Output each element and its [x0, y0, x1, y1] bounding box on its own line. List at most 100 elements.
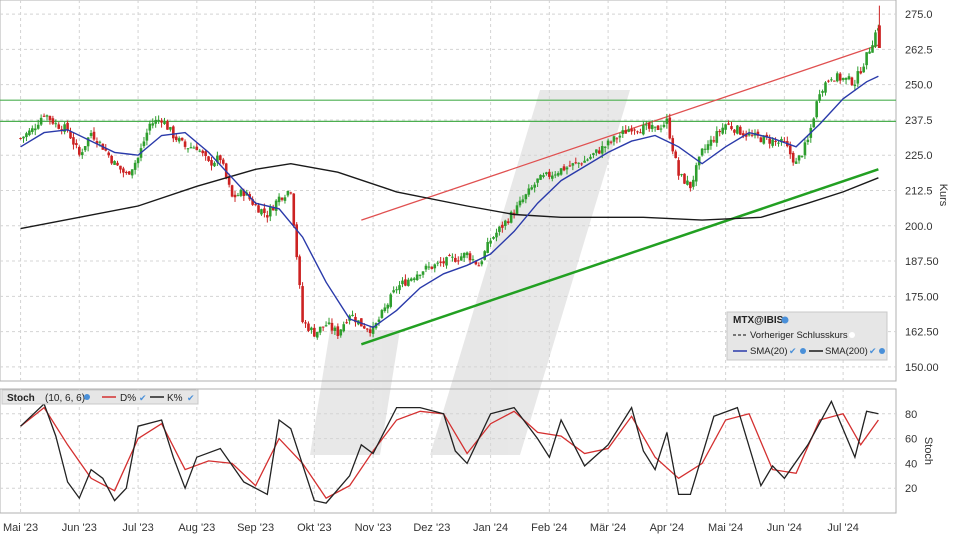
x-axis-label: Jun '24 [767, 522, 802, 534]
price-bar [483, 251, 487, 260]
price-bar [568, 165, 572, 167]
price-bar [533, 184, 536, 188]
price-bar [592, 153, 595, 155]
price-bar [98, 141, 102, 143]
stoch-settings-icon[interactable] [84, 394, 90, 400]
price-bar [169, 127, 172, 130]
price-y-tick-label: 237.5 [905, 115, 933, 127]
price-bar [221, 159, 225, 164]
price-bar [550, 175, 554, 179]
price-bar [571, 163, 575, 166]
price-bar [110, 155, 113, 164]
price-bar [718, 130, 722, 133]
price-bar [600, 146, 604, 154]
x-axis-labels: Mai '23 Jun '23 Jul '23 Aug '23 Sep '23 Okt '… [3, 522, 859, 534]
moving-averages [20, 75, 879, 329]
price-bar [260, 209, 263, 215]
price-bar [653, 126, 657, 128]
price-bar [689, 181, 692, 189]
price-bar [800, 155, 804, 157]
price-bar [127, 171, 131, 175]
price-bar [163, 121, 166, 125]
price-bar [556, 173, 560, 176]
chart: 275.0 262.5 250.0 237.5 225.0 212.5 200.0 187.5… [0, 0, 949, 534]
legend-symbol-settings-icon[interactable] [781, 316, 789, 324]
stoch-y-ticks: 80 60 40 20 [905, 409, 917, 495]
price-bar [201, 150, 205, 154]
price-bar [392, 290, 395, 293]
price-bar [536, 178, 539, 183]
price-bar [545, 172, 548, 175]
price-bar [122, 168, 125, 173]
stoch-d-check-icon[interactable]: ✔ [139, 393, 147, 403]
price-bar [280, 197, 284, 200]
price-bar [239, 189, 243, 196]
price-bar [527, 188, 531, 195]
price-bar [515, 205, 519, 214]
stoch-k-check-icon[interactable]: ✔ [187, 393, 195, 403]
price-bar [36, 124, 40, 129]
price-bar [856, 71, 860, 84]
price-bar [733, 129, 736, 133]
price-bar [189, 147, 193, 149]
price-y-axis-label: Kurs [937, 184, 949, 207]
horizontal-lines [0, 99, 896, 122]
price-bar [268, 207, 272, 217]
price-bar [157, 119, 160, 121]
price-bar [113, 161, 116, 165]
price-bar [430, 266, 434, 269]
price-bar [589, 156, 592, 159]
price-bar [847, 76, 851, 80]
price-bar [530, 187, 534, 190]
price-bar [274, 200, 278, 211]
price-bar [794, 161, 798, 164]
price-bar [624, 130, 628, 134]
legend-sma200-check-icon[interactable]: ✔ [869, 346, 877, 356]
price-bar [739, 126, 742, 135]
price-bar [495, 232, 498, 238]
price-y-tick-label: 175.00 [905, 291, 939, 303]
legend-sma200-settings-icon[interactable] [879, 348, 885, 354]
price-bar [459, 256, 463, 261]
legend-symbol: MTX@IBIS [733, 315, 784, 326]
price-bar [313, 327, 316, 337]
price-bar [389, 294, 393, 307]
price-bar [486, 241, 489, 253]
price-bar [383, 307, 387, 311]
price-bar [292, 193, 296, 226]
x-axis-label: Jun '23 [62, 522, 97, 534]
price-bar [365, 328, 369, 330]
price-bar [33, 128, 37, 131]
price-bar [680, 174, 683, 176]
price-bar [436, 262, 440, 264]
price-bar [618, 135, 622, 138]
x-axis-label: Nov '23 [355, 522, 392, 534]
price-bar [304, 322, 307, 324]
legend-sma20: SMA(20) [750, 346, 787, 357]
legend-prev-close-settings-icon[interactable] [849, 332, 855, 338]
price-bar [615, 138, 619, 140]
price-bar [574, 162, 578, 164]
price-bar [263, 208, 266, 213]
price-bar [119, 165, 122, 170]
price-bar [524, 194, 528, 200]
legend-sma20-settings-icon[interactable] [800, 348, 806, 354]
x-axis-label: Jul '23 [122, 522, 153, 534]
stoch-params: (10, 6, 6) [45, 393, 85, 404]
price-bar [289, 192, 293, 194]
price-bar [427, 266, 431, 268]
price-bar [501, 224, 504, 228]
x-axis-label: Okt '23 [297, 522, 332, 534]
price-bar [868, 51, 871, 54]
price-bar [377, 319, 381, 322]
price-bar [862, 66, 865, 73]
price-bar [48, 115, 52, 120]
legend-sma20-check-icon[interactable]: ✔ [789, 346, 797, 356]
price-bar [301, 286, 304, 323]
price-bar [345, 322, 348, 324]
sma200-line [20, 162, 879, 230]
price-bar [815, 101, 818, 118]
price-bar [830, 79, 833, 81]
price-bar [712, 140, 716, 142]
price-bar [668, 117, 672, 139]
